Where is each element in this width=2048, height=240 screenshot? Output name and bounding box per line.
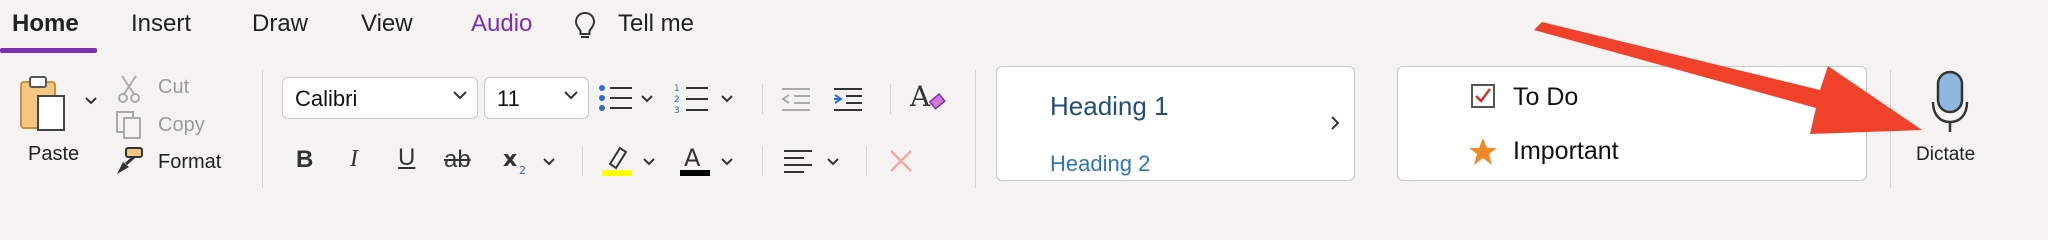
- copy-icon: [114, 110, 144, 140]
- tab-home[interactable]: Home: [12, 10, 79, 38]
- svg-text:A: A: [684, 144, 701, 172]
- chevron-right-icon[interactable]: [1329, 115, 1341, 131]
- styles-gallery[interactable]: Heading 1 Heading 2: [996, 66, 1355, 181]
- chevron-down-icon[interactable]: [720, 94, 734, 104]
- bullets-icon: [598, 84, 634, 112]
- chevron-down-icon[interactable]: [542, 157, 556, 167]
- bold-icon[interactable]: B: [296, 146, 313, 174]
- heading1-style[interactable]: Heading 1: [1050, 91, 1169, 122]
- tab-audio[interactable]: Audio: [471, 10, 532, 38]
- svg-text:A: A: [910, 80, 931, 113]
- svg-text:2: 2: [519, 164, 526, 176]
- checkbox-icon: [1470, 83, 1496, 109]
- align-icon: [782, 148, 814, 174]
- underline-icon[interactable]: U: [398, 144, 415, 172]
- numbering-icon: 123: [674, 82, 710, 114]
- paste-label: Paste: [28, 143, 80, 165]
- copy-label: Copy: [158, 114, 205, 136]
- subscript-icon[interactable]: x2: [502, 146, 532, 176]
- chevron-down-icon: [84, 96, 98, 106]
- divider: [262, 70, 263, 188]
- font-family-select[interactable]: Calibri: [282, 77, 478, 119]
- highlight-icon: [600, 142, 634, 176]
- divider: [762, 146, 763, 176]
- font-size-value: 11: [497, 86, 520, 111]
- tell-me-label: Tell me: [618, 10, 695, 37]
- scissors-icon: [116, 74, 142, 104]
- divider: [762, 84, 763, 114]
- decrease-indent-icon[interactable]: [780, 86, 812, 112]
- divider: [890, 84, 891, 114]
- chevron-down-icon[interactable]: [642, 157, 656, 167]
- divider: [582, 146, 583, 176]
- chevron-down-icon[interactable]: [720, 157, 734, 167]
- format-label: Format: [158, 151, 222, 173]
- tab-insert[interactable]: Insert: [131, 10, 191, 38]
- font-size-select[interactable]: 11: [484, 77, 589, 119]
- increase-indent-icon[interactable]: [832, 86, 864, 112]
- font-color-icon: A: [678, 142, 712, 176]
- heading2-style[interactable]: Heading 2: [1050, 151, 1150, 177]
- dictate-label: Dictate: [1916, 144, 1976, 165]
- active-tab-indicator: [0, 48, 97, 53]
- chevron-down-icon[interactable]: [640, 94, 654, 104]
- svg-text:2: 2: [674, 95, 680, 105]
- italic-icon[interactable]: I: [350, 146, 358, 173]
- star-icon: [1468, 137, 1498, 167]
- annotation-arrow: [1530, 22, 1930, 142]
- svg-text:3: 3: [674, 106, 680, 114]
- strikethrough-icon[interactable]: ab: [444, 146, 471, 174]
- chevron-down-icon: [451, 86, 469, 104]
- paste-icon: [18, 74, 68, 134]
- microphone-icon: [1930, 70, 1970, 134]
- tab-draw[interactable]: Draw: [252, 10, 308, 38]
- delete-icon[interactable]: [888, 148, 914, 174]
- divider: [866, 146, 867, 176]
- clear-formatting-icon[interactable]: A: [910, 80, 946, 114]
- format-painter-icon: [114, 146, 146, 176]
- svg-text:x: x: [503, 147, 517, 172]
- svg-text:1: 1: [674, 84, 680, 94]
- chevron-down-icon: [562, 86, 580, 104]
- cut-label: Cut: [158, 76, 190, 98]
- divider: [975, 70, 976, 188]
- lightbulb-icon: [574, 11, 596, 41]
- tab-view[interactable]: View: [361, 10, 413, 38]
- chevron-down-icon[interactable]: [826, 157, 840, 167]
- font-family-value: Calibri: [295, 86, 358, 111]
